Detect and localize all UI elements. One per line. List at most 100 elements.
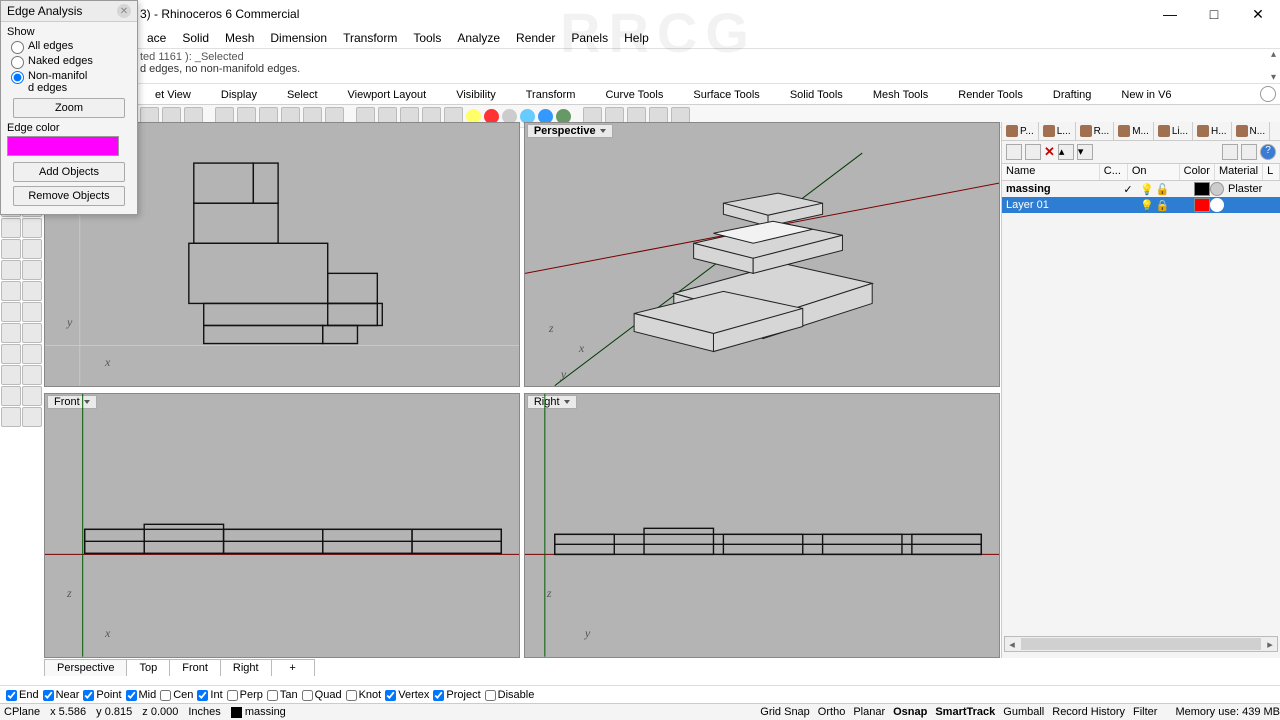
tooltab-solid-tools[interactable]: Solid Tools xyxy=(775,85,858,104)
gear-icon[interactable] xyxy=(1260,86,1276,102)
unlock-icon[interactable]: 🔓 xyxy=(1156,183,1170,196)
zoom-button[interactable]: Zoom xyxy=(13,98,125,118)
status-cplane[interactable]: CPlane xyxy=(4,706,40,718)
scroll-left-icon[interactable]: ◂ xyxy=(1005,638,1019,651)
menu-solid[interactable]: Solid xyxy=(175,31,216,45)
tooltab-visibility[interactable]: Visibility xyxy=(441,85,511,104)
tooltab-curve-tools[interactable]: Curve Tools xyxy=(590,85,678,104)
panel-tab-4[interactable]: Li... xyxy=(1154,122,1193,140)
toggle-osnap[interactable]: Osnap xyxy=(893,706,927,718)
minimize-button[interactable]: — xyxy=(1148,0,1192,28)
viewport-front[interactable]: Front x z xyxy=(44,393,520,658)
delete-layer-icon[interactable]: ✕ xyxy=(1044,144,1055,160)
move-down-icon[interactable]: ▾ xyxy=(1077,144,1093,160)
osnap-project[interactable]: Project xyxy=(433,689,480,701)
tooltab-mesh-tools[interactable]: Mesh Tools xyxy=(858,85,943,104)
viewport-right[interactable]: Right y z xyxy=(524,393,1000,658)
current-check-icon[interactable]: ✓ xyxy=(1116,183,1140,196)
status-units[interactable]: Inches xyxy=(188,706,220,718)
tool-icon-9[interactable] xyxy=(22,218,42,238)
col-current[interactable]: C... xyxy=(1100,164,1128,180)
opt-all-edges[interactable]: All edges xyxy=(11,40,131,54)
tool-icon-19[interactable] xyxy=(22,323,42,343)
panel-tab-2[interactable]: R... xyxy=(1076,122,1115,140)
tool-icon-8[interactable] xyxy=(1,218,21,238)
scroll-thumb[interactable] xyxy=(1021,638,1261,650)
cmd-scroll-down-icon[interactable]: ▾ xyxy=(1271,72,1276,83)
osnap-perp[interactable]: Perp xyxy=(227,689,263,701)
tool-icon-12[interactable] xyxy=(1,260,21,280)
col-color[interactable]: Color xyxy=(1180,164,1215,180)
new-layer-icon[interactable] xyxy=(1006,144,1022,160)
help-icon[interactable]: ? xyxy=(1260,144,1276,160)
osnap-cen[interactable]: Cen xyxy=(160,689,193,701)
move-up-icon[interactable]: ▴ xyxy=(1058,144,1074,160)
tool-icon-22[interactable] xyxy=(1,365,21,385)
viewtab-right[interactable]: Right xyxy=(220,659,272,676)
col-on[interactable]: On xyxy=(1128,164,1180,180)
tooltab-et-view[interactable]: et View xyxy=(140,85,206,104)
maximize-button[interactable]: □ xyxy=(1192,0,1236,28)
opt-nonmanifold[interactable]: Non-manifold edges xyxy=(11,70,131,94)
panel-titlebar[interactable]: Edge Analysis ✕ xyxy=(1,1,137,22)
menu-ace[interactable]: ace xyxy=(140,31,173,45)
remove-objects-button[interactable]: Remove Objects xyxy=(13,186,125,206)
menu-help[interactable]: Help xyxy=(617,31,656,45)
toggle-planar[interactable]: Planar xyxy=(853,706,885,718)
tool-icon-17[interactable] xyxy=(22,302,42,322)
tool-icon-27[interactable] xyxy=(22,407,42,427)
osnap-disable[interactable]: Disable xyxy=(485,689,535,701)
tool-icon-16[interactable] xyxy=(1,302,21,322)
osnap-vertex[interactable]: Vertex xyxy=(385,689,429,701)
osnap-near[interactable]: Near xyxy=(43,689,80,701)
new-sublayer-icon[interactable] xyxy=(1025,144,1041,160)
osnap-int[interactable]: Int xyxy=(197,689,222,701)
tooltab-viewport-layout[interactable]: Viewport Layout xyxy=(333,85,442,104)
osnap-knot[interactable]: Knot xyxy=(346,689,382,701)
tooltab-render-tools[interactable]: Render Tools xyxy=(943,85,1038,104)
tools-icon[interactable] xyxy=(1241,144,1257,160)
lock-icon[interactable]: 🔒 xyxy=(1156,199,1170,212)
osnap-mid[interactable]: Mid xyxy=(126,689,157,701)
viewtab-front[interactable]: Front xyxy=(169,659,221,676)
viewport-perspective[interactable]: Perspective xyxy=(524,122,1000,387)
viewtab-+[interactable]: + xyxy=(271,659,315,676)
filter-icon[interactable] xyxy=(1222,144,1238,160)
col-material[interactable]: Material xyxy=(1215,164,1263,180)
command-area[interactable]: ted 1161 ): _Selected d edges, no non-ma… xyxy=(0,48,1280,84)
material-ball-icon[interactable] xyxy=(1210,198,1224,212)
tool-icon-20[interactable] xyxy=(1,344,21,364)
osnap-point[interactable]: Point xyxy=(83,689,121,701)
panel-tab-1[interactable]: L... xyxy=(1039,122,1076,140)
status-layer[interactable]: massing xyxy=(231,706,286,718)
hscrollbar[interactable]: ◂ ▸ xyxy=(1004,636,1278,652)
tool-icon-10[interactable] xyxy=(1,239,21,259)
scroll-right-icon[interactable]: ▸ xyxy=(1263,638,1277,651)
bulb-icon[interactable]: 💡 xyxy=(1140,183,1154,196)
toggle-record-history[interactable]: Record History xyxy=(1052,706,1125,718)
tooltab-new-in-v6[interactable]: New in V6 xyxy=(1106,85,1186,104)
opt-naked-edges[interactable]: Naked edges xyxy=(11,55,131,69)
tool-icon-13[interactable] xyxy=(22,260,42,280)
close-button[interactable]: ✕ xyxy=(1236,0,1280,28)
panel-tab-6[interactable]: N... xyxy=(1232,122,1271,140)
bulb-icon[interactable]: 💡 xyxy=(1140,199,1154,212)
material-ball-icon[interactable] xyxy=(1210,182,1224,196)
tooltab-surface-tools[interactable]: Surface Tools xyxy=(678,85,774,104)
color-swatch[interactable] xyxy=(1194,182,1210,196)
tooltab-transform[interactable]: Transform xyxy=(511,85,591,104)
panel-close-icon[interactable]: ✕ xyxy=(117,4,131,18)
viewtab-perspective[interactable]: Perspective xyxy=(44,659,127,676)
tool-icon-25[interactable] xyxy=(22,386,42,406)
tooltab-drafting[interactable]: Drafting xyxy=(1038,85,1107,104)
menu-render[interactable]: Render xyxy=(509,31,562,45)
tooltab-select[interactable]: Select xyxy=(272,85,333,104)
add-objects-button[interactable]: Add Objects xyxy=(13,162,125,182)
menu-analyze[interactable]: Analyze xyxy=(450,31,507,45)
tool-icon-23[interactable] xyxy=(22,365,42,385)
osnap-quad[interactable]: Quad xyxy=(302,689,342,701)
panel-tab-0[interactable]: P... xyxy=(1002,122,1039,140)
layer-row-massing[interactable]: massing✓💡🔓Plaster xyxy=(1002,181,1280,197)
osnap-tan[interactable]: Tan xyxy=(267,689,298,701)
tool-icon-21[interactable] xyxy=(22,344,42,364)
